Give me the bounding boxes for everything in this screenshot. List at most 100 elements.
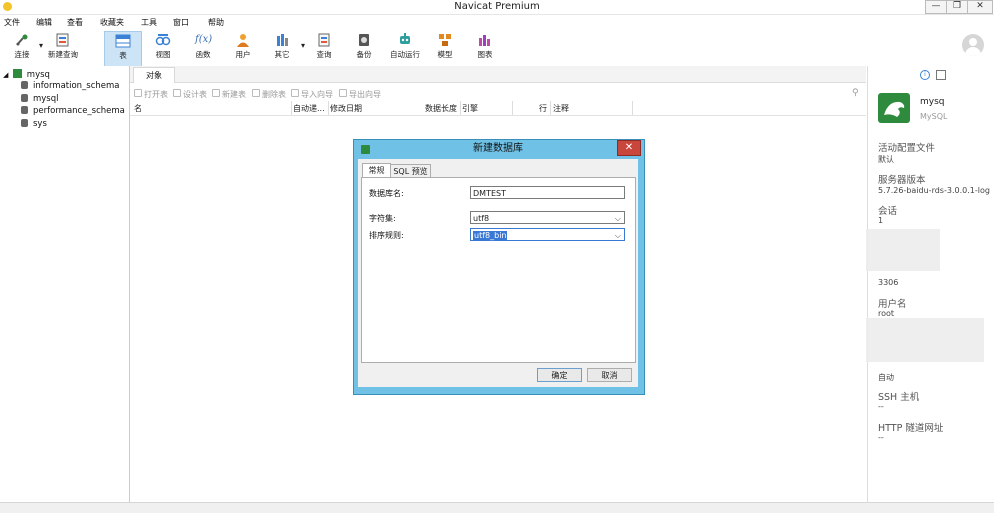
tree-db-sys[interactable]: sys xyxy=(21,119,47,129)
blurred-region xyxy=(866,318,984,362)
close-window-button[interactable]: ✕ xyxy=(967,0,993,14)
dialog-close-button[interactable]: ✕ xyxy=(617,140,641,156)
info-value-ssh-host: -- xyxy=(878,402,884,411)
function-button[interactable]: f(x) 函数 xyxy=(185,31,221,65)
database-icon xyxy=(21,94,28,102)
header-divider xyxy=(130,115,866,116)
minimize-button[interactable]: — xyxy=(925,0,947,14)
info-value-settings: 自动 xyxy=(878,373,894,382)
chart-icon xyxy=(479,35,490,46)
column-header-auto-increment[interactable]: 自动递... xyxy=(293,103,325,114)
column-divider xyxy=(328,101,329,115)
column-divider xyxy=(460,101,461,115)
menu-favorites[interactable]: 收藏夹 xyxy=(100,17,124,28)
menu-help[interactable]: 帮助 xyxy=(208,17,224,28)
connect-dropdown-icon[interactable]: ▾ xyxy=(39,41,43,50)
view-button[interactable]: 视图 xyxy=(145,31,181,65)
status-bar xyxy=(0,502,994,513)
open-table-icon xyxy=(134,89,142,97)
db-name-input[interactable]: DMTEST xyxy=(470,186,625,199)
menu-edit[interactable]: 编辑 xyxy=(36,17,52,28)
menu-file[interactable]: 文件 xyxy=(4,17,20,28)
chevron-down-icon: ⌵ xyxy=(614,231,621,240)
tree-db-information-schema[interactable]: information_schema xyxy=(21,81,120,91)
table-button[interactable]: 表 xyxy=(104,31,142,67)
info-label-session: 会话 xyxy=(878,206,898,217)
column-divider xyxy=(632,101,633,115)
collation-select[interactable]: utf8_bin ⌵ xyxy=(470,228,625,241)
query-button[interactable]: 查询 xyxy=(306,31,342,65)
chevron-down-icon: ⌵ xyxy=(614,214,621,223)
info-label-profile: 活动配置文件 xyxy=(878,143,936,154)
info-value-username: root xyxy=(878,309,895,318)
auto-run-button[interactable]: 自动运行 xyxy=(386,31,424,65)
tree-db-mysql[interactable]: mysql xyxy=(21,94,59,104)
general-tab-panel xyxy=(361,177,636,363)
other-icon xyxy=(277,34,288,46)
import-icon xyxy=(291,89,299,97)
chart-button[interactable]: 图表 xyxy=(467,31,503,65)
info-label-username: 用户名 xyxy=(878,299,907,310)
other-dropdown-icon[interactable]: ▾ xyxy=(301,41,305,50)
column-header-engine[interactable]: 引擎 xyxy=(462,103,478,114)
new-query-button[interactable]: 新建查询 xyxy=(44,31,82,65)
function-icon: f(x) xyxy=(195,34,213,45)
tab-general[interactable]: 常规 xyxy=(362,163,391,178)
charset-select[interactable]: utf8 ⌵ xyxy=(470,211,625,224)
column-header-name[interactable]: 名 xyxy=(134,103,142,114)
column-divider xyxy=(291,101,292,115)
restore-button[interactable]: ❐ xyxy=(946,0,968,14)
connect-button[interactable]: 连接 xyxy=(4,31,40,65)
info-value-http-tunnel: -- xyxy=(878,433,884,442)
search-icon[interactable]: ⚲ xyxy=(852,88,859,98)
cancel-button[interactable]: 取消 xyxy=(587,368,632,382)
expand-arrow-icon: ◢ xyxy=(3,71,9,79)
collation-label: 排序规则: xyxy=(369,231,404,240)
design-table-action[interactable]: 设计表 xyxy=(173,89,207,100)
table-icon xyxy=(115,34,131,48)
menu-tools[interactable]: 工具 xyxy=(141,17,157,28)
export-icon xyxy=(339,89,347,97)
user-button[interactable]: 用户 xyxy=(225,31,261,65)
database-icon xyxy=(21,81,28,89)
backup-button[interactable]: 备份 xyxy=(346,31,382,65)
menu-window[interactable]: 窗口 xyxy=(173,17,189,28)
mysql-connection-icon xyxy=(13,69,23,78)
tab-objects[interactable]: 对象 xyxy=(133,67,175,83)
tab-sql-preview[interactable]: SQL 预览 xyxy=(390,164,431,178)
design-table-icon xyxy=(173,89,181,97)
model-button[interactable]: 模型 xyxy=(427,31,463,65)
connection-tree xyxy=(0,66,130,502)
ddl-icon[interactable] xyxy=(936,70,946,80)
tree-db-performance-schema[interactable]: performance_schema xyxy=(21,106,125,116)
import-wizard-action[interactable]: 导入向导 xyxy=(291,89,333,100)
database-icon xyxy=(21,119,28,127)
ok-button[interactable]: 确定 xyxy=(537,368,582,382)
info-label-http-tunnel: HTTP 隧道网址 xyxy=(878,423,944,434)
column-header-data-length[interactable]: 数据长度 xyxy=(425,103,457,114)
charset-label: 字符集: xyxy=(369,214,396,223)
info-label-ssh-host: SSH 主机 xyxy=(878,392,920,403)
info-label-server-version: 服务器版本 xyxy=(878,175,926,186)
user-icon xyxy=(237,34,249,47)
model-icon xyxy=(439,34,451,46)
column-divider xyxy=(550,101,551,115)
info-icon[interactable]: i xyxy=(920,70,930,80)
delete-table-action[interactable]: 删除表 xyxy=(252,89,286,100)
tree-connection[interactable]: ◢ mysq xyxy=(3,69,50,80)
column-header-comment[interactable]: 注释 xyxy=(553,103,569,114)
open-table-action[interactable]: 打开表 xyxy=(134,89,168,100)
other-button[interactable]: 其它 xyxy=(264,31,300,65)
tab-strip xyxy=(130,66,866,83)
charset-value: utf8 xyxy=(473,214,490,223)
column-header-modified-date[interactable]: 修改日期 xyxy=(330,103,362,114)
avatar[interactable] xyxy=(962,34,984,56)
info-value-port: 3306 xyxy=(878,278,899,287)
new-table-action[interactable]: 新建表 xyxy=(212,89,246,100)
database-icon xyxy=(21,106,28,114)
export-wizard-action[interactable]: 导出向导 xyxy=(339,89,381,100)
menu-view[interactable]: 查看 xyxy=(67,17,83,28)
view-icon xyxy=(155,34,171,46)
column-header-rows[interactable]: 行 xyxy=(539,103,547,114)
mysql-logo-icon xyxy=(878,93,910,123)
